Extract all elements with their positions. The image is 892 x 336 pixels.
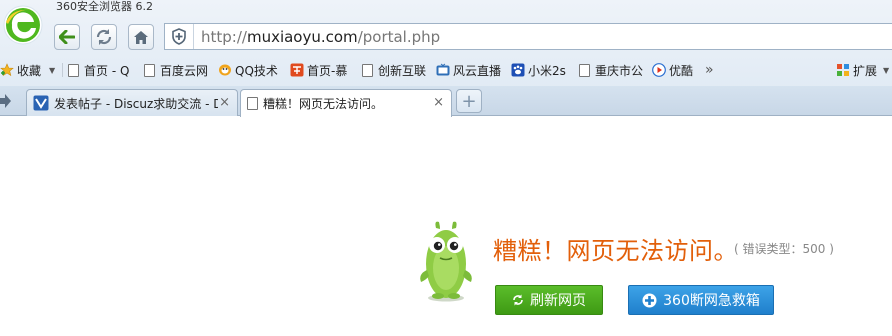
- url-prefix: http://: [201, 27, 247, 46]
- bookmark-label: QQ技术: [235, 63, 278, 78]
- url-text[interactable]: http://muxiaoyu.com/portal.php: [194, 28, 440, 46]
- extensions-grid-icon: [837, 64, 849, 76]
- bookmark-item-4[interactable]: 创新互联: [362, 60, 426, 80]
- chevron-down-icon: ▼: [883, 65, 890, 75]
- error-type-label: ( 错误类型：500 ): [734, 242, 834, 256]
- address-bar[interactable]: http://muxiaoyu.com/portal.php: [164, 23, 892, 50]
- bookmarks-bar: 收藏 ▼ 首页 - Q 百度云网 QQ技术 首页-慕 创新互联 风云直播 小米2…: [0, 56, 892, 84]
- youku-play-icon: [652, 63, 666, 77]
- tab-label: 发表帖子 - Discuz求助交流 - D: [54, 96, 218, 111]
- browser-chrome: 360安全浏览器 6.2 http://muxiaoyu.com/portal.…: [0, 0, 892, 117]
- chevron-down-icon: ▼: [49, 65, 56, 75]
- bookmark-label: 创新互联: [378, 63, 427, 78]
- red-site-icon: [290, 63, 304, 77]
- tab-close-icon[interactable]: ×: [433, 96, 444, 109]
- page-icon: [144, 63, 155, 77]
- back-button[interactable]: [54, 24, 80, 50]
- tab-error-page[interactable]: 糟糕！网页无法访问。 ×: [240, 89, 452, 117]
- favorites-label: 收藏: [17, 63, 42, 78]
- green-mascot-icon: [420, 221, 472, 302]
- bookmark-item-2[interactable]: QQ技术: [218, 60, 278, 80]
- discuz-favicon-icon: [33, 95, 49, 111]
- bookmarks-divider: [62, 63, 63, 77]
- home-button[interactable]: [128, 24, 154, 50]
- tv-icon: [436, 63, 450, 76]
- network-rescue-button[interactable]: 360断网急救箱: [628, 285, 774, 315]
- tab-close-icon[interactable]: ×: [219, 96, 230, 109]
- bookmark-item-3[interactable]: 首页-慕: [290, 60, 347, 80]
- page-icon: [68, 63, 79, 77]
- bookmark-item-8[interactable]: 优酷: [652, 60, 693, 80]
- refresh-button[interactable]: [91, 24, 117, 50]
- paw-icon: [511, 63, 525, 77]
- extensions-button[interactable]: 扩展 ▼: [836, 60, 889, 80]
- bookmark-item-5[interactable]: 风云直播: [436, 60, 501, 80]
- extensions-label: 扩展: [853, 63, 878, 78]
- network-rescue-label: 360断网急救箱: [663, 293, 760, 309]
- browser-logo-icon[interactable]: [2, 4, 44, 46]
- bookmark-label: 首页-慕: [307, 63, 348, 78]
- error-title: 糟糕！网页无法访问。: [493, 237, 738, 265]
- bookmarks-more-button[interactable]: »: [705, 60, 714, 80]
- qq-penguin-icon: [219, 64, 231, 76]
- url-path: /portal.php: [357, 27, 441, 46]
- favorites-menu[interactable]: 收藏 ▼: [0, 60, 55, 80]
- url-domain: muxiaoyu.com: [246, 27, 358, 46]
- bookmark-label: 重庆市公: [595, 63, 644, 78]
- star-plus-icon: [0, 63, 14, 77]
- bookmark-item-1[interactable]: 百度云网: [144, 60, 208, 80]
- bookmark-label: 首页 - Q: [84, 63, 130, 78]
- sidebar-toggle-arrow-icon[interactable]: [0, 94, 12, 108]
- page-icon: [247, 97, 258, 110]
- refresh-page-label: 刷新网页: [530, 293, 586, 309]
- refresh-page-button[interactable]: 刷新网页: [495, 285, 603, 315]
- page-icon: [579, 63, 590, 77]
- new-tab-button[interactable]: +: [456, 89, 482, 113]
- back-arrow-icon: [59, 30, 75, 44]
- home-icon: [134, 30, 148, 44]
- refresh-icon: [513, 294, 523, 306]
- bookmark-label: 风云直播: [453, 63, 502, 78]
- bookmark-label: 小米2s: [528, 63, 566, 78]
- security-shield-icon[interactable]: [165, 24, 194, 49]
- refresh-icon: [96, 29, 112, 45]
- bookmark-label: 优酷: [669, 63, 694, 78]
- tab-label: 糟糕！网页无法访问。: [263, 97, 384, 111]
- bookmark-label: 百度云网: [160, 63, 209, 78]
- page-icon: [362, 63, 373, 77]
- tab-discuz[interactable]: 发表帖子 - Discuz求助交流 - D ×: [26, 89, 238, 116]
- first-aid-plus-icon: [642, 293, 657, 307]
- bookmark-item-0[interactable]: 首页 - Q: [68, 60, 129, 80]
- window-title: 360安全浏览器 6.2: [56, 0, 153, 13]
- tab-bar: 发表帖子 - Discuz求助交流 - D × 糟糕！网页无法访问。 × +: [0, 86, 892, 117]
- bookmark-item-6[interactable]: 小米2s: [511, 60, 566, 80]
- bookmark-item-7[interactable]: 重庆市公: [579, 60, 643, 80]
